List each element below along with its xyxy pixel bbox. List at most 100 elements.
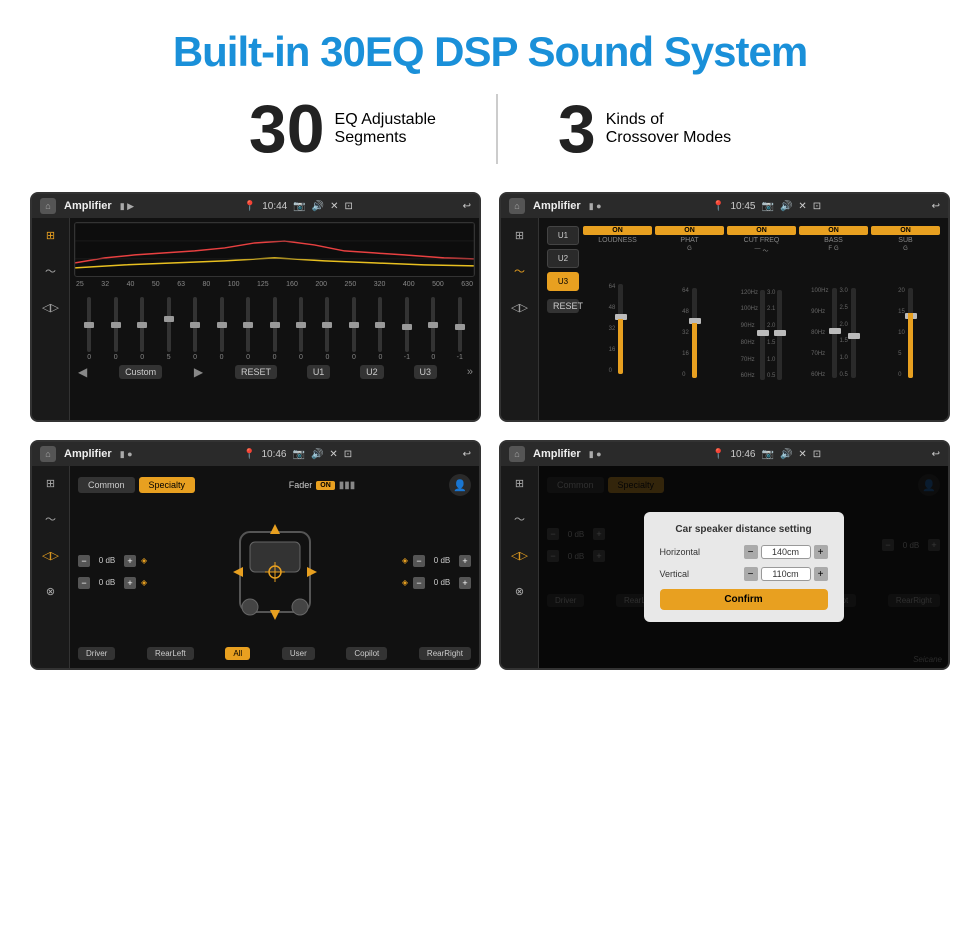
sub-toggle[interactable]: ON [871, 226, 940, 235]
eq-custom-btn[interactable]: Custom [119, 365, 162, 379]
eq-slider-9[interactable]: 0 [288, 297, 314, 361]
preset-u1[interactable]: U1 [547, 226, 579, 245]
db-plus-rr[interactable]: + [459, 577, 471, 589]
speaker-rr-icon: ◈ [402, 578, 408, 587]
eq-slider-15[interactable]: -1 [447, 297, 473, 361]
eq-prev-btn[interactable]: ◀ [76, 365, 89, 379]
camera-icon: 📷 [293, 201, 305, 212]
home-icon[interactable]: ⌂ [40, 198, 56, 214]
specialty-btn-3[interactable]: Specialty [139, 477, 196, 493]
loudness-slider[interactable] [618, 284, 623, 374]
user-btn[interactable]: User [282, 647, 315, 660]
sidebar-vol-icon[interactable]: ◁▷ [40, 296, 62, 318]
phat-toggle[interactable]: ON [655, 226, 724, 235]
eq-slider-3[interactable]: 0 [129, 297, 155, 361]
menu-icons-4: ▮ ● [589, 449, 602, 460]
home-icon-4[interactable]: ⌂ [509, 446, 525, 462]
fader-status[interactable]: ON [316, 481, 335, 490]
screen1-sidebar: ⊞ 〜 ◁▷ [32, 218, 70, 420]
horizontal-minus-btn[interactable]: − [744, 545, 758, 559]
home-icon-3[interactable]: ⌂ [40, 446, 56, 462]
eq-slider-11[interactable]: 0 [341, 297, 367, 361]
eq-u3-btn[interactable]: U3 [414, 365, 438, 379]
sidebar-eq-icon[interactable]: ⊞ [40, 224, 62, 246]
eq-slider-2[interactable]: 0 [102, 297, 128, 361]
back-icon[interactable]: ↩ [463, 201, 471, 212]
sub-slider[interactable] [908, 288, 913, 378]
eq-slider-8[interactable]: 0 [261, 297, 287, 361]
db-control-rl: − 0 dB + ◈ [78, 577, 147, 589]
sidebar-vol-icon-2[interactable]: ◁▷ [509, 296, 531, 318]
preset-u3[interactable]: U3 [547, 272, 579, 291]
sidebar-wave-icon-2[interactable]: 〜 [509, 260, 531, 282]
screen2-content: ⊞ 〜 ◁▷ U1 U2 U3 RESET [501, 218, 948, 420]
eq-slider-10[interactable]: 0 [314, 297, 340, 361]
crossover-reset-btn[interactable]: RESET [547, 299, 579, 313]
rearright-btn[interactable]: RearRight [419, 647, 471, 660]
back-icon-2[interactable]: ↩ [932, 201, 940, 212]
rearleft-btn[interactable]: RearLeft [147, 647, 194, 660]
preset-u2[interactable]: U2 [547, 249, 579, 268]
eq-reset-btn[interactable]: RESET [235, 365, 277, 379]
db-minus-rr[interactable]: − [413, 577, 425, 589]
db-plus-rl[interactable]: + [124, 577, 136, 589]
eq-u1-btn[interactable]: U1 [307, 365, 331, 379]
sidebar-vol-icon-4[interactable]: ◁▷ [509, 544, 531, 566]
confirm-button[interactable]: Confirm [660, 589, 828, 610]
bass-toggle[interactable]: ON [799, 226, 868, 235]
cutfreq-slider[interactable] [760, 290, 765, 380]
back-icon-4[interactable]: ↩ [932, 449, 940, 460]
cutfreq-slider2[interactable] [777, 290, 782, 380]
volume-icon-3: 🔊 [311, 449, 323, 460]
eq-slider-1[interactable]: 0 [76, 297, 102, 361]
sidebar-bt-icon-3[interactable]: ⊗ [40, 580, 62, 602]
screen2-statusbar: ⌂ Amplifier ▮ ● 📍 10:45 📷 🔊 ✕ ⊡ ↩ [501, 194, 948, 218]
sidebar-wave-icon-3[interactable]: 〜 [40, 508, 62, 530]
channel-sub: ON SUB G 20151050 [871, 226, 940, 412]
horizontal-control: − 140cm + [744, 545, 828, 559]
db-minus-fl[interactable]: − [78, 555, 90, 567]
eq-slider-7[interactable]: 0 [235, 297, 261, 361]
vertical-plus-btn[interactable]: + [814, 567, 828, 581]
sidebar-eq-icon-3[interactable]: ⊞ [40, 472, 62, 494]
sidebar-vol-icon-3[interactable]: ◁▷ [40, 544, 62, 566]
common-btn-3[interactable]: Common [78, 477, 135, 493]
eq-slider-5[interactable]: 0 [182, 297, 208, 361]
back-icon-3[interactable]: ↩ [463, 449, 471, 460]
speaker-rl-icon: ◈ [141, 578, 147, 587]
eq-slider-4[interactable]: 5 [155, 297, 181, 361]
home-icon-2[interactable]: ⌂ [509, 198, 525, 214]
bass-slider2[interactable] [851, 288, 856, 378]
driver-btn[interactable]: Driver [78, 647, 115, 660]
settings-person-icon[interactable]: 👤 [449, 474, 471, 496]
channel-phat: ON PHAT G 644832160 [655, 226, 724, 412]
sidebar-bt-icon-4[interactable]: ⊗ [509, 580, 531, 602]
copilot-btn[interactable]: Copilot [346, 647, 387, 660]
vertical-minus-btn[interactable]: − [744, 567, 758, 581]
eq-next-btn[interactable]: ▶ [192, 365, 205, 379]
db-plus-fr[interactable]: + [459, 555, 471, 567]
horizontal-label: Horizontal [660, 547, 701, 557]
eq-u2-btn[interactable]: U2 [360, 365, 384, 379]
bass-slider[interactable] [832, 288, 837, 378]
sidebar-wave-icon[interactable]: 〜 [40, 260, 62, 282]
phat-slider[interactable] [692, 288, 697, 378]
eq-slider-14[interactable]: 0 [420, 297, 446, 361]
camera-icon-2: 📷 [761, 201, 773, 212]
all-btn[interactable]: All [225, 647, 250, 660]
db-minus-fr[interactable]: − [413, 555, 425, 567]
loudness-toggle[interactable]: ON [583, 226, 652, 235]
eq-slider-6[interactable]: 0 [208, 297, 234, 361]
eq-slider-12[interactable]: 0 [367, 297, 393, 361]
sidebar-wave-icon-4[interactable]: 〜 [509, 508, 531, 530]
eq-slider-13[interactable]: -1 [394, 297, 420, 361]
horizontal-row: Horizontal − 140cm + [660, 545, 828, 559]
camera-icon-3: 📷 [292, 449, 304, 460]
menu-icons: ▮ ● [589, 201, 602, 212]
sidebar-eq-icon-4[interactable]: ⊞ [509, 472, 531, 494]
db-minus-rl[interactable]: − [78, 577, 90, 589]
sidebar-eq-icon-2[interactable]: ⊞ [509, 224, 531, 246]
cutfreq-toggle[interactable]: ON [727, 226, 796, 235]
horizontal-plus-btn[interactable]: + [814, 545, 828, 559]
db-plus-fl[interactable]: + [124, 555, 136, 567]
